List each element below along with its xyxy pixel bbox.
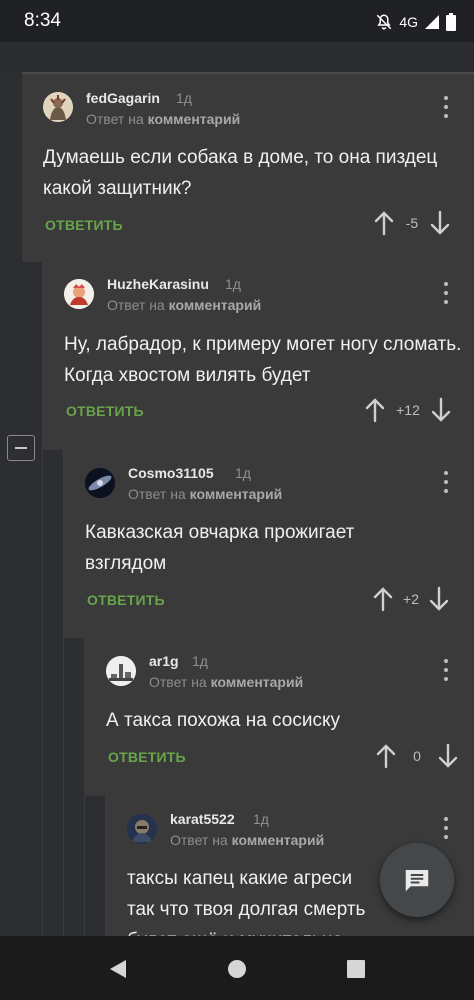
comment-score: -5: [405, 215, 419, 231]
thread-rail-1: [0, 72, 22, 936]
more-vertical-icon[interactable]: [438, 282, 454, 304]
thread-rail-2: [22, 260, 43, 936]
arrow-down-icon[interactable]: [430, 397, 452, 423]
comment-username[interactable]: ar1g: [149, 653, 179, 669]
comment-text: Кавказская овчарка прожигает взглядом: [85, 522, 355, 574]
reply-prefix: Ответ на: [86, 111, 144, 127]
more-vertical-icon[interactable]: [438, 471, 454, 493]
comment-username[interactable]: HuzheKarasinu: [107, 276, 209, 292]
comment-age: 1д: [225, 276, 241, 292]
reply-context: Ответ на комментарий: [107, 297, 261, 313]
reply-prefix: Ответ на: [149, 674, 207, 690]
vote-controls: -5: [373, 210, 451, 236]
vote-controls: +2: [372, 586, 450, 612]
status-bar: 8:34 4G: [0, 0, 474, 42]
reply-button[interactable]: ОТВЕТИТЬ: [45, 217, 123, 233]
top-strip: [0, 42, 474, 72]
reply-button[interactable]: ОТВЕТИТЬ: [66, 403, 144, 419]
reply-context: Ответ на комментарий: [86, 111, 240, 127]
minus-box-icon: [15, 447, 27, 449]
comment-username[interactable]: karat5522: [170, 811, 235, 827]
vote-controls: +12: [364, 397, 452, 423]
comment-username[interactable]: fedGagarin: [86, 90, 160, 106]
comment-score: 0: [413, 748, 421, 764]
thread-rail-4: [64, 638, 85, 936]
arrow-up-icon[interactable]: [372, 586, 394, 612]
arrow-down-icon[interactable]: [437, 743, 459, 769]
avatar[interactable]: [43, 92, 73, 122]
comment-text: таксы капец какие агреси так что твоя до…: [127, 868, 366, 936]
avatar[interactable]: [106, 656, 136, 686]
system-nav-bar: [0, 936, 474, 1000]
reply-target-link[interactable]: комментарий: [211, 674, 304, 690]
comment-age: 1д: [253, 811, 269, 827]
comment-card: fedGagarin 1д Ответ на комментарий Думае…: [22, 72, 474, 262]
status-icons: 4G: [375, 10, 456, 34]
reply-prefix: Ответ на: [128, 486, 186, 502]
comment-text: А такса похожа на сосиску: [106, 710, 340, 731]
comment-score: +12: [396, 402, 420, 418]
reply-prefix: Ответ на: [107, 297, 165, 313]
collapse-thread-button[interactable]: [7, 435, 35, 461]
comment-text: Ну, лабрадор, к примеру могет ногу слома…: [64, 334, 462, 386]
comment-age: 1д: [192, 653, 208, 669]
battery-icon: [446, 13, 456, 31]
reply-target-link[interactable]: комментарий: [169, 297, 262, 313]
comment-text: Думаешь если собака в доме, то она пизде…: [43, 147, 438, 199]
comment-age: 1д: [235, 465, 251, 481]
reply-target-link[interactable]: комментарий: [190, 486, 283, 502]
reply-prefix: Ответ на: [170, 832, 228, 848]
arrow-up-icon[interactable]: [373, 210, 395, 236]
comment-score: +2: [403, 591, 419, 607]
reply-button[interactable]: ОТВЕТИТЬ: [108, 749, 186, 765]
avatar[interactable]: [85, 468, 115, 498]
comment-card: HuzheKarasinu 1д Ответ на комментарий Ну…: [43, 260, 474, 450]
more-vertical-icon[interactable]: [438, 659, 454, 681]
status-time: 8:34: [24, 10, 61, 31]
thread-rail-3: [43, 450, 64, 936]
back-triangle-icon[interactable]: [107, 958, 129, 980]
reply-target-link[interactable]: комментарий: [148, 111, 241, 127]
reply-context: Ответ на комментарий: [149, 674, 303, 690]
arrow-up-icon[interactable]: [364, 397, 386, 423]
reply-context: Ответ на комментарий: [128, 486, 282, 502]
muted-bell-icon: [377, 14, 392, 30]
recents-square-icon[interactable]: [345, 958, 367, 980]
comment-card: Cosmo31105 1д Ответ на комментарий Кавка…: [64, 450, 474, 638]
comment-username[interactable]: Cosmo31105: [128, 465, 214, 481]
new-comment-fab[interactable]: [380, 843, 454, 917]
comment-card: ar1g 1д Ответ на комментарий А такса пох…: [85, 638, 474, 796]
reply-button[interactable]: ОТВЕТИТЬ: [87, 592, 165, 608]
arrow-up-icon[interactable]: [375, 743, 397, 769]
more-vertical-icon[interactable]: [438, 96, 454, 118]
signal-icon: [425, 15, 439, 29]
avatar[interactable]: [64, 279, 94, 309]
home-circle-icon[interactable]: [226, 958, 248, 980]
reply-target-link[interactable]: комментарий: [232, 832, 325, 848]
more-vertical-icon[interactable]: [438, 817, 454, 839]
network-label: 4G: [399, 14, 418, 30]
message-icon: [405, 870, 429, 892]
comment-age: 1д: [176, 90, 192, 106]
arrow-down-icon[interactable]: [429, 210, 451, 236]
thread-rail-5: [85, 796, 106, 936]
vote-controls: 0: [375, 743, 459, 769]
avatar[interactable]: [127, 814, 157, 844]
reply-context: Ответ на комментарий: [170, 832, 324, 848]
arrow-down-icon[interactable]: [428, 586, 450, 612]
